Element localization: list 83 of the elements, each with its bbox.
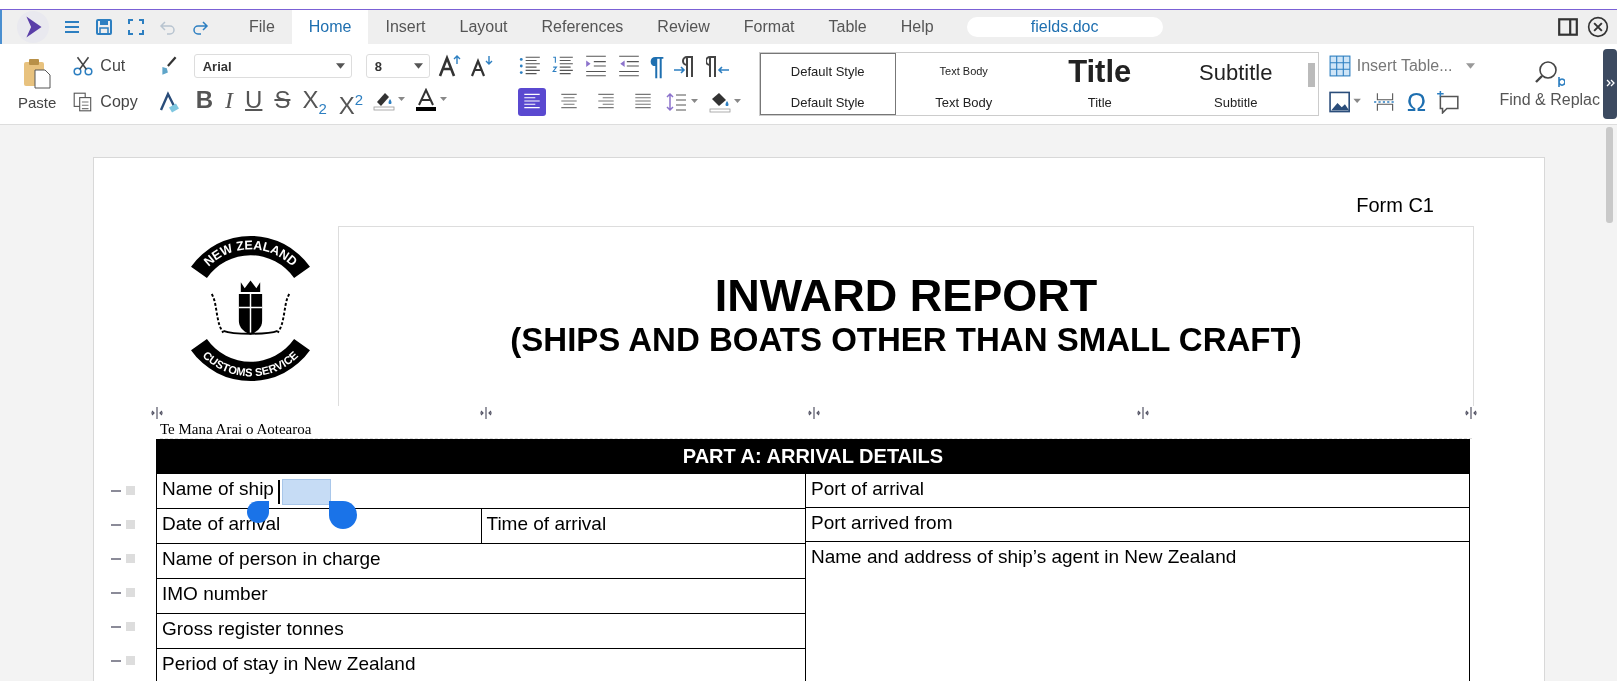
table-cell: Name of ship — [162, 478, 274, 499]
column-marker-icon[interactable] — [807, 406, 821, 420]
align-button[interactable] — [517, 88, 546, 116]
paint-bucket-icon[interactable] — [708, 90, 743, 114]
expand-panel-icon[interactable] — [1603, 49, 1617, 119]
row-handle-icon[interactable] — [110, 552, 136, 566]
format-button[interactable]: U — [243, 86, 265, 114]
paste-button[interactable]: Paste — [18, 57, 57, 111]
magnifier-icon — [1534, 59, 1565, 89]
menu-tab[interactable]: Table — [811, 10, 884, 44]
shrink-font-icon[interactable] — [469, 54, 494, 78]
column-marker-icon[interactable] — [1464, 406, 1478, 420]
font-select[interactable]: Arial — [193, 54, 352, 78]
scrollbar-thumb[interactable] — [1606, 127, 1613, 223]
table-cell: Port arrived from — [811, 512, 953, 533]
table-cell: Name and address of ship’s agent in New Zealand — [811, 546, 1237, 567]
selection-handle[interactable] — [329, 501, 357, 529]
app-logo-icon[interactable] — [16, 10, 50, 44]
table-grid-icon — [1328, 55, 1351, 77]
gallery-scrollbar[interactable] — [1307, 63, 1315, 87]
text-selection — [282, 479, 331, 505]
style-preset[interactable]: Default Style Default Style — [759, 53, 896, 115]
table-cell: Period of stay in New Zealand — [162, 653, 416, 674]
column-marker-icon[interactable] — [478, 406, 493, 420]
scissors-icon — [72, 55, 95, 77]
format-button[interactable]: S — [272, 86, 293, 114]
format-button[interactable]: X$^{2}$ — [336, 86, 366, 114]
row-handle-icon[interactable] — [110, 654, 136, 668]
row-handle-icon[interactable] — [110, 518, 136, 532]
find-replace-button[interactable]: Find & Replac — [1499, 59, 1600, 109]
grow-font-icon[interactable] — [437, 54, 462, 78]
menu-tab[interactable]: Format — [726, 10, 812, 44]
format-button[interactable]: B — [193, 86, 216, 114]
menu-tab[interactable]: File — [232, 10, 292, 44]
copy-button[interactable]: Copy — [72, 88, 138, 116]
table-cell: IMO number — [162, 583, 268, 604]
menu-tab[interactable]: Help — [883, 10, 951, 44]
menu-tab[interactable]: Review — [640, 10, 727, 44]
table-cell: Port of arrival — [811, 478, 924, 499]
caret-icon — [1466, 63, 1476, 69]
comment-icon[interactable] — [1436, 90, 1461, 114]
menu-tab[interactable]: Insert — [368, 10, 443, 44]
caret-icon — [413, 63, 423, 69]
format-button[interactable]: I — [223, 86, 236, 114]
form-code: Form C1 — [1356, 194, 1434, 218]
line-spacing-icon[interactable] — [665, 90, 700, 114]
format-button[interactable]: X$_{2}$ — [300, 86, 329, 114]
form-title: INWARD REPORT — [714, 271, 1098, 321]
insert-table-button[interactable]: Insert Table... — [1328, 52, 1476, 80]
save-icon[interactable] — [94, 17, 114, 37]
table-cell: Gross register tonnes — [162, 618, 344, 639]
column-marker-icon[interactable] — [1135, 406, 1150, 420]
row-handle-icon[interactable] — [110, 586, 136, 600]
page-break-icon[interactable] — [1372, 90, 1397, 114]
caret-icon — [335, 63, 345, 69]
special-character-button[interactable]: Ω — [1406, 88, 1427, 116]
clipboard-icon — [22, 57, 53, 90]
cut-button[interactable]: Cut — [72, 52, 138, 80]
sidebar-toggle-icon[interactable] — [1557, 16, 1579, 38]
table-cell: Time of arrival — [486, 513, 607, 534]
row-handle-icon[interactable] — [110, 484, 136, 498]
menu-tab[interactable]: Layout — [442, 10, 525, 44]
table-cell: Name of person in charge — [162, 548, 381, 569]
clear-format-icon[interactable] — [157, 91, 180, 113]
column-marker-icon[interactable] — [150, 406, 164, 420]
menu-tab[interactable]: Home — [291, 10, 369, 44]
row-handle-icon[interactable] — [110, 620, 136, 634]
close-icon[interactable] — [1587, 16, 1609, 38]
document-name-field[interactable]: fields.doc — [966, 17, 1163, 37]
menu-tab[interactable]: References — [524, 10, 641, 44]
form-subtitle: (SHIPS AND BOATS OTHER THAN SMALL CRAFT) — [510, 321, 1302, 359]
image-icon[interactable] — [1328, 90, 1363, 114]
fullscreen-icon[interactable] — [126, 17, 146, 37]
table-cell: Date of arrival — [162, 513, 281, 534]
text-cursor — [278, 480, 280, 504]
formatting-marks-button[interactable]: ¶ — [649, 52, 665, 80]
increase-indent-icon[interactable] — [583, 54, 608, 78]
font-color-icon[interactable] — [415, 88, 450, 112]
rtl-paragraph-icon[interactable] — [706, 54, 731, 78]
motto-text: Te Mana Arai o Aotearoa — [160, 420, 312, 438]
font-size-select[interactable]: 8 — [365, 54, 430, 78]
table-heading: PART A: ARRIVAL DETAILS — [156, 439, 1470, 474]
decrease-indent-icon[interactable] — [616, 54, 641, 78]
